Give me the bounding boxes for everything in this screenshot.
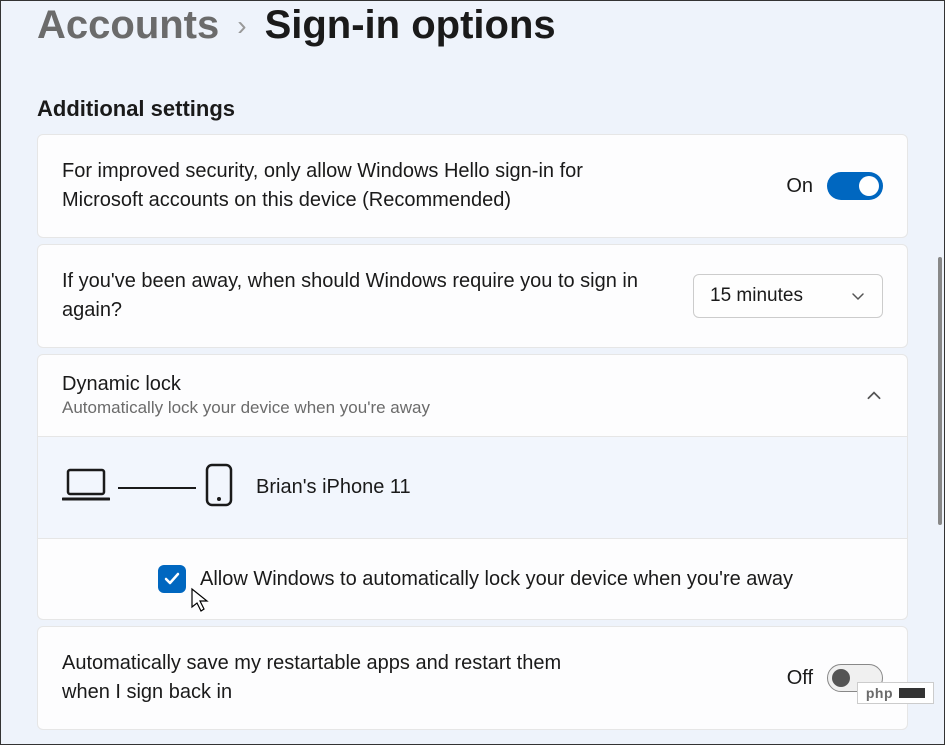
dynamic-lock-subtitle: Automatically lock your device when you'… xyxy=(62,398,430,418)
hello-toggle[interactable] xyxy=(827,172,883,200)
link-line-icon xyxy=(118,487,196,489)
section-heading: Additional settings xyxy=(37,96,908,122)
chevron-up-icon xyxy=(865,387,883,405)
laptop-icon xyxy=(62,466,110,509)
hello-signin-text: For improved security, only allow Window… xyxy=(62,157,662,215)
hello-signin-card: For improved security, only allow Window… xyxy=(37,134,908,238)
restart-apps-toggle-label: Off xyxy=(787,667,813,690)
paired-device-row: Brian's iPhone 11 xyxy=(38,436,907,539)
chevron-down-icon xyxy=(850,288,866,304)
paired-device-name: Brian's iPhone 11 xyxy=(256,476,411,499)
breadcrumb: Accounts › Sign-in options xyxy=(37,1,908,48)
dynamic-lock-header[interactable]: Dynamic lock Automatically lock your dev… xyxy=(38,355,907,436)
require-signin-select[interactable]: 15 minutes xyxy=(693,274,883,318)
breadcrumb-current: Sign-in options xyxy=(265,3,556,48)
dynamic-lock-checkbox-label: Allow Windows to automatically lock your… xyxy=(200,568,793,591)
dynamic-lock-card: Dynamic lock Automatically lock your dev… xyxy=(37,354,908,620)
dynamic-lock-checkbox-row: Allow Windows to automatically lock your… xyxy=(38,539,907,619)
require-signin-card: If you've been away, when should Windows… xyxy=(37,244,908,348)
dynamic-lock-title: Dynamic lock xyxy=(62,373,430,396)
cursor-icon xyxy=(190,587,210,618)
hello-toggle-label: On xyxy=(786,175,813,198)
watermark-badge: php xyxy=(857,682,934,704)
require-signin-value: 15 minutes xyxy=(710,285,803,307)
restart-apps-card: Automatically save my restartable apps a… xyxy=(37,626,908,730)
phone-icon xyxy=(204,463,234,512)
scrollbar[interactable] xyxy=(938,257,942,525)
require-signin-text: If you've been away, when should Windows… xyxy=(62,267,662,325)
restart-apps-text: Automatically save my restartable apps a… xyxy=(62,649,602,707)
chevron-right-icon: › xyxy=(237,10,246,42)
dynamic-lock-checkbox[interactable] xyxy=(158,565,186,593)
breadcrumb-parent[interactable]: Accounts xyxy=(37,3,219,48)
